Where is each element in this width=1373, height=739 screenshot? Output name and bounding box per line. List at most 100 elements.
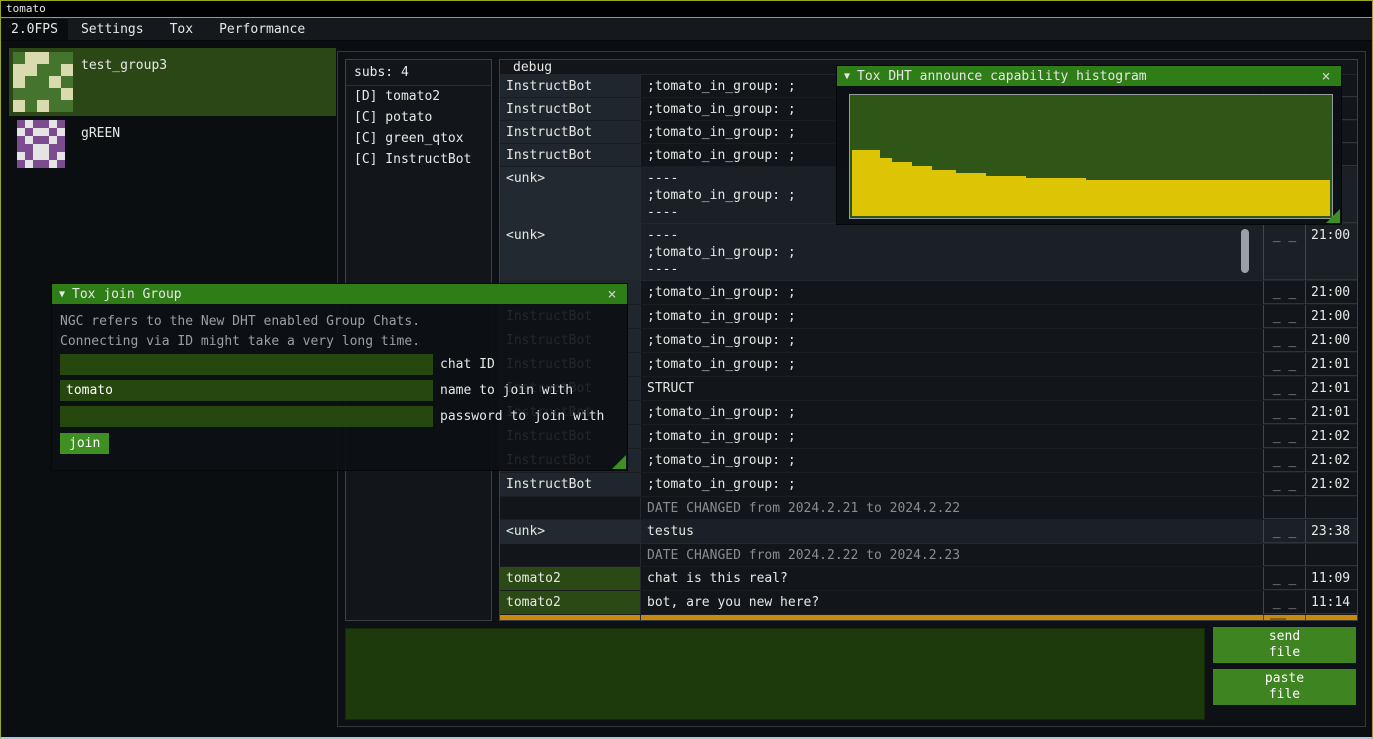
group-sidebar: test_group3 gREEN	[9, 48, 336, 184]
join-password-input[interactable]	[60, 406, 433, 427]
message-row[interactable]: InstructBot;tomato_in_group: ;_ _21:02	[500, 449, 1357, 473]
message-author: InstructBot	[500, 75, 640, 97]
message-author	[500, 497, 640, 519]
message-status: _ _	[1263, 224, 1305, 280]
histogram-plot[interactable]	[849, 94, 1333, 219]
message-status: d	[1263, 615, 1305, 621]
titlebar[interactable]: tomato	[1, 1, 1372, 18]
window-title: tomato	[6, 2, 46, 15]
menu-settings[interactable]: Settings	[68, 19, 157, 40]
message-row[interactable]: InstructBot;tomato_in_group: ;_ _21:01	[500, 353, 1357, 377]
fps-counter: 2.0FPS	[1, 19, 68, 40]
send-file-button[interactable]: send file	[1213, 627, 1356, 663]
join-info-line: Connecting via ID might take a very long…	[60, 332, 619, 352]
message-time: 11:09	[1305, 567, 1357, 590]
message-row[interactable]: InstructBot;tomato_in_group: ;_ _21:02	[500, 425, 1357, 449]
message-status: _ _	[1263, 329, 1305, 352]
message-text: ;tomato_in_group: ;	[640, 473, 1263, 496]
message-text: ;tomato_in_group: ;	[640, 281, 1263, 304]
message-time	[1305, 544, 1357, 566]
message-time: 21:02	[1305, 473, 1357, 496]
message-row[interactable]: tomato2chat is this real?_ _11:09	[500, 567, 1357, 591]
message-text: testus	[640, 520, 1263, 543]
delivered-indicator: d	[1270, 618, 1286, 621]
message-time: 23:38	[1305, 520, 1357, 543]
message-status	[1263, 544, 1305, 566]
collapse-icon[interactable]: ▼	[844, 68, 850, 85]
message-row[interactable]: InstructBot;tomato_in_group: ;_ _21:01	[500, 401, 1357, 425]
chat-id-label: chat ID	[440, 356, 495, 373]
message-status: _ _	[1263, 377, 1305, 400]
subs-item-green_qtox[interactable]: [C] green_qtox	[346, 128, 491, 149]
message-time: 21:00	[1305, 305, 1357, 328]
message-status: _ _	[1263, 449, 1305, 472]
message-row[interactable]: InstructBotNo, I've been in this group f…	[500, 615, 1357, 621]
message-status: _ _	[1263, 281, 1305, 304]
message-row[interactable]: InstructBotSTRUCT_ _21:01	[500, 377, 1357, 401]
subs-item-instructbot[interactable]: [C] InstructBot	[346, 149, 491, 170]
message-status: _ _	[1263, 591, 1305, 614]
group-item-green[interactable]: gREEN	[9, 116, 336, 184]
message-author: InstructBot	[500, 615, 640, 621]
group-name: test_group3	[81, 57, 167, 74]
message-row[interactable]: <unk>testus_ _23:38	[500, 520, 1357, 544]
subs-count: subs: 4	[346, 60, 491, 86]
message-author: <unk>	[500, 520, 640, 543]
histogram-window-title: Tox DHT announce capability histogram	[857, 68, 1318, 85]
date-separator-row: DATE CHANGED from 2024.2.22 to 2024.2.23	[500, 544, 1357, 567]
message-status: _ _	[1263, 401, 1305, 424]
paste-file-button[interactable]: paste file	[1213, 669, 1356, 705]
chat-scrollbar-thumb[interactable]	[1241, 229, 1249, 273]
subs-item-potato[interactable]: [C] potato	[346, 107, 491, 128]
message-text: ;tomato_in_group: ;	[640, 449, 1263, 472]
message-status: _ _	[1263, 305, 1305, 328]
join-name-input[interactable]: tomato	[60, 380, 433, 401]
chat-id-input[interactable]	[60, 354, 433, 375]
join-button[interactable]: join	[60, 433, 109, 454]
group-item-test_group3[interactable]: test_group3	[9, 48, 336, 116]
dht-histogram-window: ▼ Tox DHT announce capability histogram …	[836, 65, 1342, 225]
menu-performance[interactable]: Performance	[206, 19, 318, 40]
collapse-icon[interactable]: ▼	[59, 286, 65, 303]
message-text: DATE CHANGED from 2024.2.21 to 2024.2.22	[640, 497, 1263, 519]
message-author: InstructBot	[500, 98, 640, 120]
join-window-titlebar[interactable]: ▼ Tox join Group ×	[52, 284, 627, 304]
message-row[interactable]: InstructBot;tomato_in_group: ;_ _21:02	[500, 473, 1357, 497]
close-icon[interactable]: ×	[604, 286, 620, 303]
message-input[interactable]	[345, 628, 1205, 720]
message-text: ;tomato_in_group: ;	[640, 401, 1263, 424]
message-row[interactable]: <unk>---- ;tomato_in_group: ; ----_ _21:…	[500, 224, 1357, 281]
message-author	[500, 544, 640, 566]
message-row[interactable]: tomato2bot, are you new here?_ _11:14	[500, 591, 1357, 615]
resize-grip-icon[interactable]	[612, 455, 626, 469]
message-status: _ _	[1263, 567, 1305, 590]
message-time: 21:02	[1305, 449, 1357, 472]
message-time: 21:00	[1305, 224, 1357, 280]
histogram-bars	[850, 95, 1332, 218]
message-author: InstructBot	[500, 121, 640, 143]
join-window-body: NGC refers to the New DHT enabled Group …	[52, 304, 627, 462]
join-group-window: ▼ Tox join Group × NGC refers to the New…	[51, 283, 628, 471]
message-row[interactable]: InstructBot;tomato_in_group: ;_ _21:00	[500, 329, 1357, 353]
group-name: gREEN	[81, 125, 120, 142]
join-info-line: NGC refers to the New DHT enabled Group …	[60, 312, 619, 332]
menubar: 2.0FPS Settings Tox Performance	[1, 18, 1372, 41]
message-text: chat is this real?	[640, 567, 1263, 590]
message-row[interactable]: InstructBot;tomato_in_group: ;_ _21:00	[500, 281, 1357, 305]
field-row: password to join with	[60, 406, 619, 427]
message-text: ;tomato_in_group: ;	[640, 353, 1263, 376]
field-row: tomato name to join with	[60, 380, 619, 401]
message-text: DATE CHANGED from 2024.2.22 to 2024.2.23	[640, 544, 1263, 566]
close-icon[interactable]: ×	[1318, 68, 1334, 85]
message-row[interactable]: InstructBot;tomato_in_group: ;_ _21:00	[500, 305, 1357, 329]
subs-item-tomato2[interactable]: [D] tomato2	[346, 86, 491, 107]
message-time: 11:15	[1305, 615, 1357, 621]
message-author: InstructBot	[500, 144, 640, 166]
message-time	[1305, 497, 1357, 519]
message-text: No, I've been in this group for quite so…	[640, 615, 1263, 621]
histogram-window-titlebar[interactable]: ▼ Tox DHT announce capability histogram …	[837, 66, 1341, 86]
message-status: _ _	[1263, 353, 1305, 376]
resize-grip-icon[interactable]	[1326, 209, 1340, 223]
message-time: 21:00	[1305, 329, 1357, 352]
menu-tox[interactable]: Tox	[157, 19, 206, 40]
